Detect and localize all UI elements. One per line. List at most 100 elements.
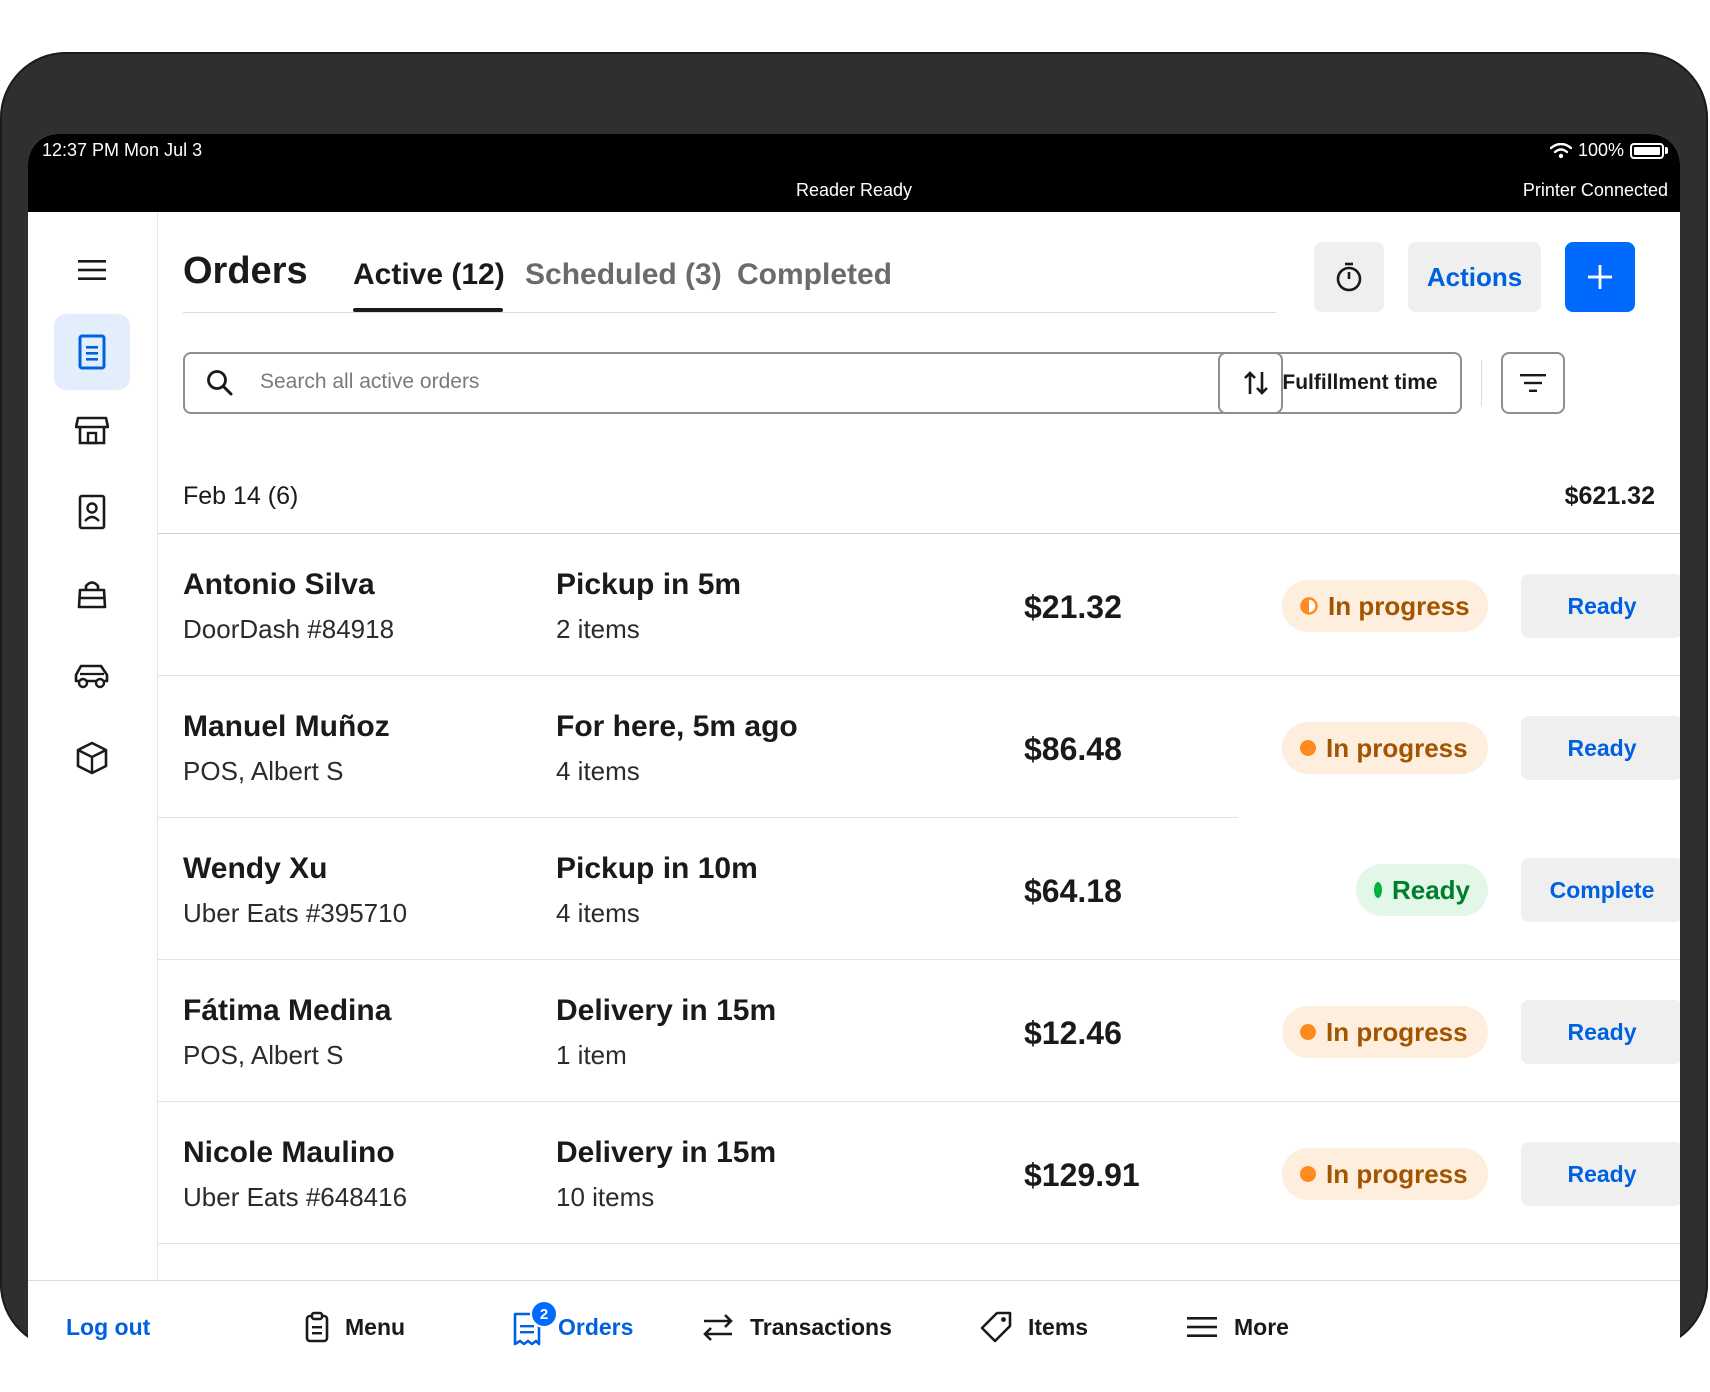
bottom-navigation: Log out Menu 2 Orders Transactions Items: [28, 1280, 1680, 1372]
battery-percent: 100%: [1577, 140, 1624, 160]
fulfillment-time: Pickup in 10m: [556, 852, 758, 885]
receipt-icon[interactable]: [54, 314, 130, 390]
sort-button[interactable]: Fulfillment time: [1218, 352, 1462, 414]
status-dot: [1300, 740, 1316, 756]
page-title: Orders: [183, 250, 308, 292]
order-amount: $86.48: [1024, 731, 1122, 767]
mark-ready-button[interactable]: Ready: [1521, 574, 1680, 638]
mark-ready-button[interactable]: Ready: [1521, 1000, 1680, 1064]
status-dot: [1300, 1166, 1316, 1182]
car-icon[interactable]: [54, 638, 130, 714]
box-icon[interactable]: [54, 720, 130, 796]
order-source: Uber Eats #648416: [183, 1182, 408, 1212]
timer-button[interactable]: [1314, 242, 1384, 312]
order-row[interactable]: Nicole Maulino Uber Eats #648416 Deliver…: [158, 1102, 1680, 1244]
nav-items-label: Items: [1028, 1313, 1089, 1340]
order-amount: $129.91: [1024, 1157, 1140, 1193]
item-count: 1 item: [556, 1040, 627, 1070]
filter-icon: [1520, 374, 1546, 392]
hamburger-icon[interactable]: [54, 232, 130, 308]
menu-lines-icon: [1187, 1317, 1217, 1337]
status-dot: [1300, 1024, 1316, 1040]
printer-status: Printer Connected: [1522, 180, 1668, 200]
tag-icon: [980, 1311, 1012, 1343]
status-label: In progress: [1326, 1158, 1468, 1189]
status-badge: In progress: [1282, 722, 1488, 774]
search-input[interactable]: Search all active orders: [183, 352, 1283, 414]
nav-items[interactable]: Items: [980, 1281, 1088, 1372]
search-icon: [207, 370, 233, 396]
clipboard-icon: [305, 1311, 329, 1343]
nav-orders-label: Orders: [558, 1313, 634, 1340]
filter-button[interactable]: [1501, 352, 1565, 414]
status-label: Ready: [1391, 874, 1470, 905]
nav-transactions[interactable]: Transactions: [702, 1281, 892, 1372]
order-source: Uber Eats #395710: [183, 898, 408, 928]
order-amount: $12.46: [1024, 1015, 1122, 1051]
complete-button[interactable]: Complete: [1521, 858, 1680, 922]
actions-button[interactable]: Actions: [1408, 242, 1541, 312]
customer-directory-icon[interactable]: [54, 474, 130, 550]
stopwatch-icon: [1336, 262, 1362, 292]
item-count: 4 items: [556, 898, 640, 928]
nav-more-label: More: [1234, 1313, 1289, 1340]
orders-receipt-icon: 2: [512, 1300, 558, 1346]
nav-more[interactable]: More: [1186, 1281, 1289, 1372]
active-tab-indicator: [353, 308, 503, 312]
shopping-bag-icon[interactable]: [54, 556, 130, 632]
sidebar: [28, 212, 158, 1280]
half-circle-icon: [1300, 597, 1318, 615]
storefront-icon[interactable]: [54, 392, 130, 468]
row-divider: [158, 1243, 1680, 1244]
tab-scheduled[interactable]: Scheduled (3): [525, 258, 722, 292]
tablet-frame: 12:37 PM Mon Jul 3 100% Reader Ready Pri…: [0, 52, 1708, 1372]
customer-name: Wendy Xu: [183, 852, 328, 885]
status-bar: 12:37 PM Mon Jul 3 100% Reader Ready Pri…: [28, 134, 1680, 212]
fulfillment-time: Delivery in 15m: [556, 1136, 777, 1169]
tab-completed[interactable]: Completed: [737, 258, 892, 292]
status-label: In progress: [1326, 732, 1468, 763]
toolbar-divider: [1481, 360, 1482, 406]
fulfillment-time: Pickup in 5m: [556, 568, 742, 601]
item-count: 2 items: [556, 614, 640, 644]
customer-name: Fátima Medina: [183, 994, 392, 1027]
mark-ready-button[interactable]: Ready: [1521, 1142, 1680, 1206]
logout-link[interactable]: Log out: [66, 1281, 150, 1372]
nav-menu[interactable]: Menu: [305, 1281, 405, 1372]
order-row[interactable]: Wendy Xu Uber Eats #395710 Pickup in 10m…: [158, 818, 1680, 960]
plus-icon: [1588, 265, 1612, 289]
orders-count-badge: 2: [530, 1300, 558, 1328]
status-dot: [1374, 882, 1382, 898]
order-row[interactable]: Manuel Muñoz POS, Albert S For here, 5m …: [158, 676, 1680, 818]
status-label: In progress: [1326, 1016, 1468, 1047]
status-badge: In progress: [1282, 1148, 1488, 1200]
order-amount: $21.32: [1024, 589, 1122, 625]
status-badge: In progress: [1282, 1006, 1488, 1058]
status-label: In progress: [1328, 590, 1470, 621]
order-amount: $64.18: [1024, 873, 1122, 909]
transfer-arrows-icon: [703, 1314, 733, 1341]
fulfillment-time: Delivery in 15m: [556, 994, 777, 1027]
sort-label: Fulfillment time: [1282, 371, 1438, 394]
mark-ready-button[interactable]: Ready: [1521, 716, 1680, 780]
add-order-button[interactable]: [1565, 242, 1635, 312]
order-row[interactable]: Fátima Medina POS, Albert S Delivery in …: [158, 960, 1680, 1102]
order-source: POS, Albert S: [183, 1040, 344, 1070]
nav-transactions-label: Transactions: [750, 1313, 892, 1340]
status-badge: Ready: [1356, 864, 1488, 916]
order-row[interactable]: Antonio Silva DoorDash #84918 Pickup in …: [158, 534, 1680, 676]
date-group-label: Feb 14 (6): [183, 482, 299, 510]
nav-menu-label: Menu: [345, 1313, 406, 1340]
tab-active[interactable]: Active (12): [353, 258, 505, 292]
orders-panel: Orders Active (12) Scheduled (3) Complet…: [158, 212, 1680, 1280]
order-source: POS, Albert S: [183, 756, 344, 786]
item-count: 10 items: [556, 1182, 655, 1212]
item-count: 4 items: [556, 756, 640, 786]
date-group-total: $621.32: [1564, 482, 1655, 510]
search-placeholder: Search all active orders: [260, 370, 480, 393]
customer-name: Nicole Maulino: [183, 1136, 395, 1169]
fulfillment-time: For here, 5m ago: [556, 710, 798, 743]
screen: 12:37 PM Mon Jul 3 100% Reader Ready Pri…: [28, 134, 1680, 1372]
nav-orders[interactable]: 2 Orders: [512, 1281, 633, 1372]
reader-status: Reader Ready: [795, 180, 913, 200]
